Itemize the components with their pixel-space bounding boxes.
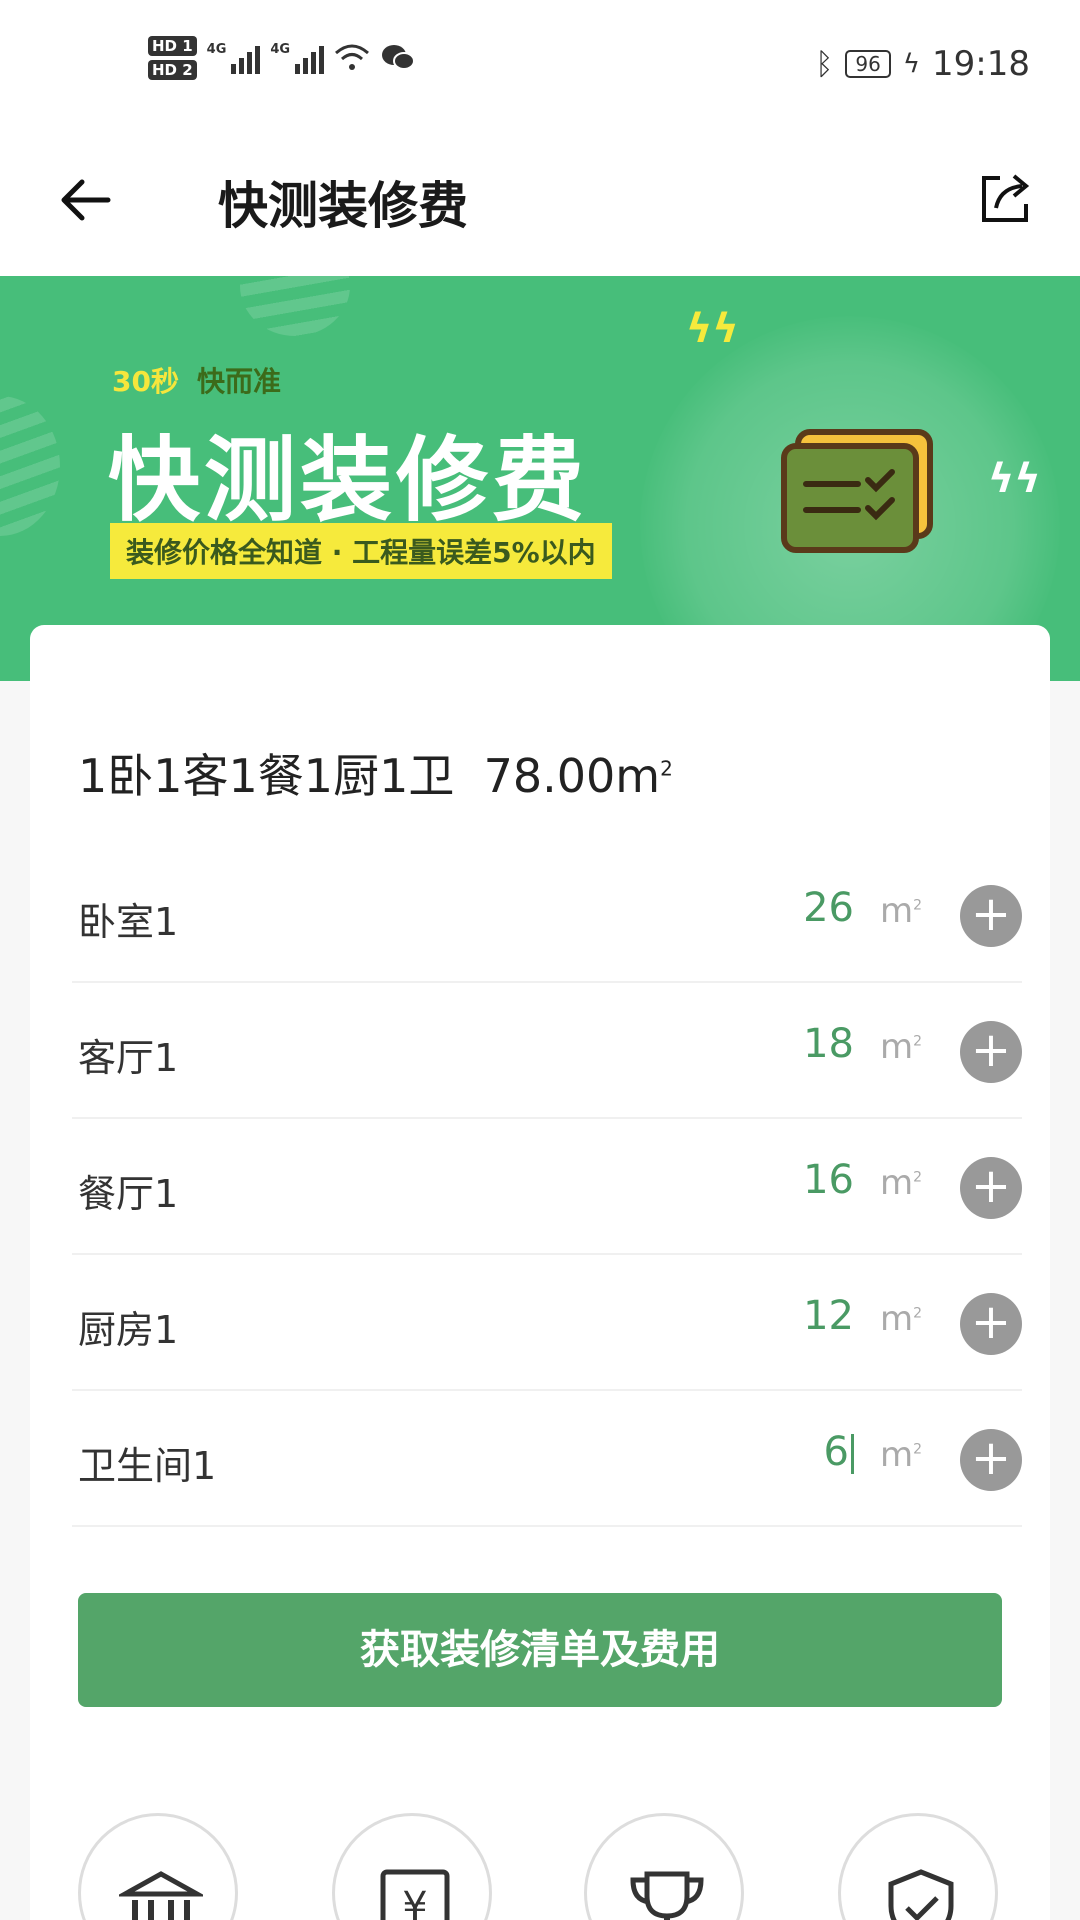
add-room-button[interactable]: + (960, 1157, 1022, 1219)
room-row: 餐厅1 16 m2 + (72, 1119, 1022, 1255)
share-icon[interactable] (974, 168, 1036, 230)
bolt-icon: ϟϟ (988, 456, 1041, 502)
room-area-input[interactable]: 26 (803, 885, 854, 931)
room-area-input[interactable]: 6 (824, 1429, 854, 1475)
feature-bank[interactable] (78, 1813, 238, 1920)
banner-tagline: 30秒 快而准 (112, 360, 281, 400)
shield-check-icon (888, 1869, 954, 1920)
room-area-unit: m2 (879, 1299, 922, 1339)
hd1-badge: HD 1 (148, 36, 197, 56)
feature-cost[interactable]: ¥ (332, 1813, 492, 1920)
add-room-button[interactable]: + (960, 1021, 1022, 1083)
room-area-input[interactable]: 16 (803, 1157, 854, 1203)
checklist-card-icon (781, 429, 933, 553)
area-unit-sup: 2 (660, 756, 673, 781)
hd-badges: HD 1 HD 2 (148, 36, 197, 80)
layout-summary: 1卧1客1餐1厨1卫 78.00m2 (78, 740, 673, 806)
add-room-button[interactable]: + (960, 1429, 1022, 1491)
layout-text: 1卧1客1餐1厨1卫 (78, 749, 455, 803)
room-name: 卫生间1 (78, 1444, 217, 1488)
banner-subline: 装修价格全知道 · 工程量误差5%以内 (110, 523, 612, 579)
net2-label: 4G (270, 42, 291, 57)
trophy-icon (630, 1871, 704, 1920)
charging-icon: ϟ (902, 49, 921, 79)
room-row: 客厅1 18 m2 + (72, 983, 1022, 1119)
net1-label: 4G (206, 42, 227, 57)
banner-deco (0, 396, 60, 536)
add-room-button[interactable]: + (960, 885, 1022, 947)
room-row: 卧室1 26 m2 + (72, 847, 1022, 983)
hd2-badge: HD 2 (148, 60, 197, 80)
status-bar: HD 1 HD 2 4G 4G ᛒ 96 ϟ 19:18 (0, 0, 1080, 130)
banner-tag-fast: 快而准 (196, 365, 281, 398)
room-area-unit: m2 (879, 1435, 922, 1475)
feature-trophy[interactable] (584, 1813, 744, 1920)
get-quote-button[interactable]: 获取装修清单及费用 (78, 1593, 1002, 1707)
room-area-input[interactable]: 12 (803, 1293, 854, 1339)
wechat-icon (382, 45, 416, 70)
bluetooth-icon: ᛒ (815, 46, 834, 82)
yuan-doc-icon: ¥ (380, 1869, 450, 1920)
back-arrow-icon[interactable] (56, 170, 116, 230)
page-title: 快测装修费 (218, 177, 468, 235)
status-left: HD 1 HD 2 4G 4G (148, 36, 416, 80)
banner-headline: 快测装修费 (108, 427, 589, 534)
add-room-button[interactable]: + (960, 1293, 1022, 1355)
battery-level: 96 (845, 50, 891, 78)
feature-guarantee[interactable] (838, 1813, 998, 1920)
bank-icon (119, 1871, 203, 1920)
room-name: 餐厅1 (78, 1172, 179, 1216)
svg-text:¥: ¥ (402, 1884, 427, 1920)
wifi-icon (335, 44, 370, 70)
total-area: 78.00m (483, 749, 661, 803)
room-name: 卧室1 (78, 900, 179, 944)
app-bar: 快测装修费 (0, 130, 1080, 276)
room-area-input[interactable]: 18 (803, 1021, 854, 1067)
room-area-unit: m2 (879, 1163, 922, 1203)
banner-tag-seconds: 30秒 (112, 365, 179, 398)
room-row: 厨房1 12 m2 + (72, 1255, 1022, 1391)
room-area-unit: m2 (879, 891, 922, 931)
room-name: 厨房1 (78, 1308, 179, 1352)
banner-deco (240, 276, 350, 336)
room-area-card: 1卧1客1餐1厨1卫 78.00m2 卧室1 26 m2 + 客厅1 18 m2… (30, 625, 1050, 1920)
signal-2-icon: 4G (270, 42, 325, 74)
room-area-unit: m2 (879, 1027, 922, 1067)
status-right: ᛒ 96 ϟ 19:18 (815, 44, 1030, 84)
clock: 19:18 (932, 44, 1030, 84)
room-row: 卫生间1 6 m2 + (72, 1391, 1022, 1527)
room-name: 客厅1 (78, 1036, 179, 1080)
promo-banner[interactable]: 30秒 快而准 快测装修费 装修价格全知道 · 工程量误差5%以内 ϟϟ ϟϟ (0, 276, 1080, 681)
text-cursor (851, 1434, 854, 1474)
bolt-icon: ϟϟ (686, 306, 739, 352)
signal-1-icon: 4G (207, 42, 261, 74)
